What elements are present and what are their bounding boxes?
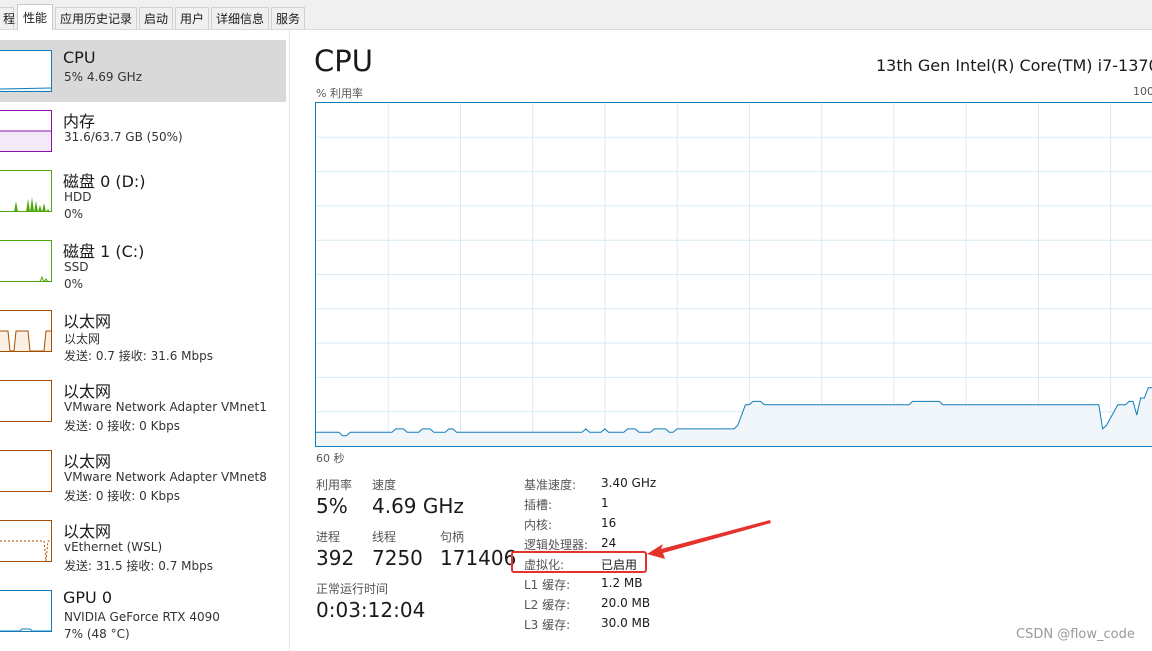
handles-value: 171406: [440, 546, 517, 570]
sidebar-item-detail: 以太网: [64, 332, 101, 346]
l3-cache-label: L3 缓存:: [524, 618, 571, 632]
tab-users[interactable]: 用户: [175, 7, 209, 29]
sidebar-item-disk-0[interactable]: 磁盘 0 (D:) HDD 0%: [0, 160, 286, 222]
sidebar-item-ethernet[interactable]: 以太网 以太网 发送: 0.7 接收: 31.6 Mbps: [0, 300, 286, 363]
uptime-value: 0:03:12:04: [316, 598, 426, 622]
threads-value: 7250: [372, 546, 423, 570]
wsl-thumbnail-graph: [0, 520, 52, 562]
cpu-thumbnail-graph: [0, 50, 52, 92]
sidebar-item-detail-2: 发送: 31.5 接收: 0.7 Mbps: [64, 559, 213, 573]
sidebar-item-title: 以太网: [63, 382, 112, 401]
cores-label: 内核:: [524, 518, 553, 532]
sidebar-item-detail: VMware Network Adapter VMnet8: [64, 470, 267, 484]
tab-strip: 程 性能 应用历史记录 启动 用户 详细信息 服务: [0, 0, 1152, 30]
sidebar-item-disk-1[interactable]: 磁盘 1 (C:) SSD 0%: [0, 230, 286, 292]
base-speed-value: 3.40 GHz: [601, 476, 657, 490]
sidebar-item-detail: vEthernet (WSL): [64, 540, 163, 554]
sidebar-item-wsl[interactable]: 以太网 vEthernet (WSL) 发送: 31.5 接收: 0.7 Mbp…: [0, 510, 286, 573]
cpu-detail-panel: CPU 13th Gen Intel(R) Core(TM) i7-13700 …: [290, 30, 1152, 651]
threads-label: 线程: [372, 530, 397, 544]
cpu-usage-area: [316, 387, 1152, 446]
sidebar-item-detail: VMware Network Adapter VMnet1: [64, 400, 267, 414]
cpu-model-name: 13th Gen Intel(R) Core(TM) i7-13700: [876, 56, 1152, 75]
graph-grid: [316, 103, 1152, 446]
sidebar-item-title: 内存: [63, 112, 96, 131]
memory-thumbnail-graph: [0, 110, 52, 152]
sidebar-item-vmnet1[interactable]: 以太网 VMware Network Adapter VMnet1 发送: 0 …: [0, 370, 286, 433]
utilization-value: 5%: [316, 494, 348, 518]
annotation-arrow-icon: [647, 520, 771, 559]
page-title: CPU: [314, 44, 373, 78]
speed-value: 4.69 GHz: [372, 494, 464, 518]
vmnet8-thumbnail-graph: [0, 450, 52, 492]
sidebar-item-detail-2: 发送: 0.7 接收: 31.6 Mbps: [64, 349, 213, 363]
watermark: CSDN @flow_code: [1016, 627, 1135, 642]
cores-value: 16: [601, 516, 617, 530]
disk-0-thumbnail-graph: [0, 170, 52, 212]
sidebar-item-detail: 5% 4.69 GHz: [64, 70, 143, 84]
resource-list: CPU 5% 4.69 GHz 内存 31.6/63.7 GB (50%) 磁盘…: [0, 30, 290, 651]
logical-processors-value: 24: [601, 536, 617, 550]
cpu-utilization-graph: [315, 102, 1152, 447]
sidebar-item-title: 以太网: [63, 312, 112, 331]
tab-app-history[interactable]: 应用历史记录: [55, 7, 137, 29]
sidebar-item-title: CPU: [63, 48, 96, 67]
speed-label: 速度: [372, 478, 397, 492]
sidebar-item-detail-2: 0%: [64, 207, 84, 221]
utilization-axis-label: % 利用率: [316, 87, 363, 100]
sidebar-item-title: 磁盘 1 (C:): [63, 242, 145, 261]
ethernet-thumbnail-graph: [0, 310, 52, 352]
handles-label: 句柄: [440, 530, 465, 544]
sidebar-item-title: 磁盘 0 (D:): [63, 172, 146, 191]
sidebar-item-memory[interactable]: 内存 31.6/63.7 GB (50%): [0, 100, 286, 162]
sidebar-item-detail: HDD: [64, 190, 92, 204]
tab-processes[interactable]: 程: [0, 7, 15, 29]
l3-cache-value: 30.0 MB: [601, 616, 651, 630]
max-percent-label: 100%: [1133, 85, 1152, 98]
base-speed-label: 基准速度:: [524, 478, 577, 492]
sidebar-item-cpu[interactable]: CPU 5% 4.69 GHz: [0, 40, 286, 102]
l1-cache-label: L1 缓存:: [524, 578, 571, 592]
sidebar-item-detail-2: 7% (48 °C): [64, 627, 130, 641]
disk-1-thumbnail-graph: [0, 240, 52, 282]
sidebar-item-detail-2: 0%: [64, 277, 84, 291]
l1-cache-value: 1.2 MB: [601, 576, 643, 590]
sidebar-item-detail: SSD: [64, 260, 89, 274]
sidebar-item-detail: NVIDIA GeForce RTX 4090: [64, 610, 220, 624]
gpu-thumbnail-graph: [0, 590, 52, 632]
l2-cache-label: L2 缓存:: [524, 598, 571, 612]
tab-performance[interactable]: 性能: [17, 4, 53, 30]
sidebar-item-detail-2: 发送: 0 接收: 0 Kbps: [64, 489, 180, 503]
sidebar-item-vmnet8[interactable]: 以太网 VMware Network Adapter VMnet8 发送: 0 …: [0, 440, 286, 503]
sidebar-item-title: GPU 0: [63, 588, 113, 607]
sidebar-item-gpu[interactable]: GPU 0 NVIDIA GeForce RTX 4090 7% (48 °C): [0, 580, 286, 642]
tab-services[interactable]: 服务: [271, 7, 305, 29]
cpu-graph-canvas: [316, 103, 1152, 446]
sidebar-item-detail: 31.6/63.7 GB (50%): [64, 130, 183, 144]
tab-details[interactable]: 详细信息: [211, 7, 269, 29]
sidebar-item-title: 以太网: [63, 452, 112, 471]
annotation-highlight-box: [511, 551, 647, 573]
utilization-label: 利用率: [316, 478, 353, 492]
vmnet1-thumbnail-graph: [0, 380, 52, 422]
sockets-label: 插槽:: [524, 498, 553, 512]
processes-label: 进程: [316, 530, 341, 544]
uptime-label: 正常运行时间: [316, 582, 389, 596]
l2-cache-value: 20.0 MB: [601, 596, 651, 610]
time-window-label: 60 秒: [316, 452, 345, 465]
tab-startup[interactable]: 启动: [139, 7, 173, 29]
sidebar-item-title: 以太网: [63, 522, 112, 541]
sockets-value: 1: [601, 496, 609, 510]
processes-value: 392: [316, 546, 355, 570]
sidebar-item-detail-2: 发送: 0 接收: 0 Kbps: [64, 419, 180, 433]
